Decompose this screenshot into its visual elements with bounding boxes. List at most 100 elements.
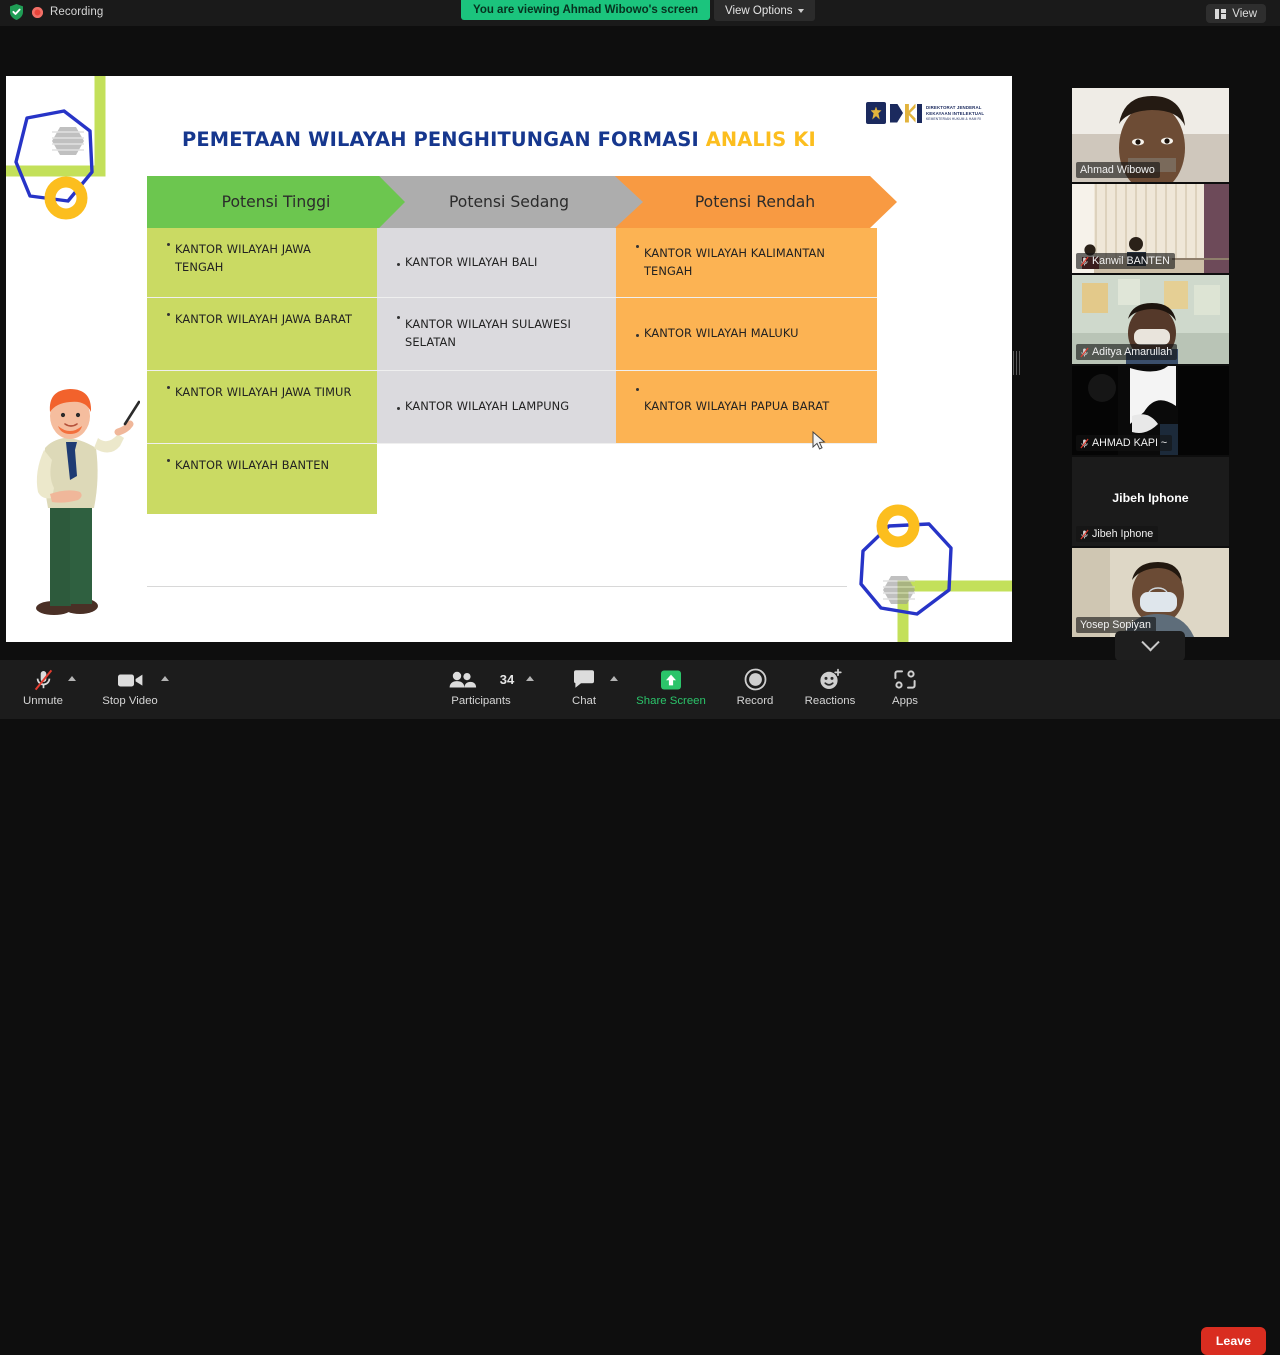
participant-name-tag: Kanwil BANTEN xyxy=(1076,253,1175,269)
record-button[interactable]: Record xyxy=(718,667,792,707)
header-label: Potensi Sedang xyxy=(448,193,570,211)
people-icon: 34 xyxy=(448,667,514,692)
cell-text: KANTOR WILAYAH KALIMANTAN TENGAH xyxy=(644,245,826,278)
presenter-illustration xyxy=(20,376,140,621)
cell-text: KANTOR WILAYAH SULAWESI SELATAN xyxy=(405,317,571,349)
microphone-muted-icon xyxy=(33,667,54,692)
participant-thumbnail[interactable]: Jibeh Iphone Jibeh Iphone xyxy=(1072,457,1229,546)
apps-bracket-icon xyxy=(893,667,917,692)
participant-thumbnail[interactable]: Ahmad Wibowo xyxy=(1072,88,1229,182)
table-row: KANTOR WILAYAH JAWA BARAT KANTOR WILAYAH… xyxy=(147,298,877,370)
participant-name-tag: Ahmad Wibowo xyxy=(1076,162,1160,178)
share-screen-label: Share Screen xyxy=(636,695,706,707)
chat-label: Chat xyxy=(571,695,597,707)
cell-text: KANTOR WILAYAH MALUKU xyxy=(644,326,799,341)
chat-bubble-icon xyxy=(572,667,596,692)
participant-thumbnail[interactable]: AHMAD KAPI ~ xyxy=(1072,366,1229,455)
smiley-plus-icon xyxy=(818,667,843,692)
dki-monogram-icon xyxy=(890,102,922,124)
cell-text: KANTOR WILAYAH JAWA TENGAH xyxy=(175,242,311,274)
mute-button[interactable]: Unmute xyxy=(6,667,80,707)
header-potensi-rendah: Potensi Rendah xyxy=(613,176,897,228)
cell-tinggi: KANTOR WILAYAH JAWA TIMUR xyxy=(147,371,377,443)
participants-button[interactable]: 34 Participants xyxy=(444,667,518,707)
participants-label: Participants xyxy=(451,695,511,707)
zoom-toolbar: Unmute Stop Video 34 Participants Chat S… xyxy=(0,660,1280,1355)
share-screen-icon xyxy=(659,667,683,692)
share-screen-button[interactable]: Share Screen xyxy=(634,667,708,707)
cell-tinggi: KANTOR WILAYAH JAWA BARAT xyxy=(147,298,377,370)
shared-screen-viewport[interactable]: DIREKTORAT JENDERAL KEKAYAAN INTELEKTUAL… xyxy=(6,76,1012,642)
slide-title-highlight: ANALIS KI xyxy=(705,128,816,151)
participant-name: AHMAD KAPI ~ xyxy=(1092,437,1168,449)
record-label: Record xyxy=(736,695,774,707)
apps-label: Apps xyxy=(892,695,918,707)
participant-thumbnail[interactable]: Kanwil BANTEN xyxy=(1072,184,1229,273)
crest-icon xyxy=(866,102,886,124)
audio-options-caret-icon[interactable] xyxy=(68,676,76,681)
view-button-label: View xyxy=(1232,7,1257,20)
chat-button[interactable]: Chat xyxy=(547,667,621,707)
filmstrip-scroll-down-button[interactable] xyxy=(1115,631,1185,661)
cell-sedang: KANTOR WILAYAH SULAWESI SELATAN xyxy=(377,298,616,370)
view-options-button[interactable]: View Options xyxy=(714,0,815,21)
microphone-muted-icon xyxy=(1080,347,1089,357)
participant-thumbnail[interactable]: Aditya Amarullah xyxy=(1072,275,1229,364)
chat-caret-icon[interactable] xyxy=(610,676,618,681)
cell-tinggi: KANTOR WILAYAH BANTEN xyxy=(147,444,377,514)
chevron-down-icon xyxy=(1140,632,1160,651)
table-bottom-divider xyxy=(147,586,847,587)
participants-count: 34 xyxy=(499,672,515,687)
header-label: Potensi Tinggi xyxy=(221,193,331,211)
cell-text: KANTOR WILAYAH BALI xyxy=(405,254,538,269)
djki-logo: DIREKTORAT JENDERAL KEKAYAAN INTELEKTUAL… xyxy=(866,98,991,128)
participants-caret-icon[interactable] xyxy=(526,676,534,681)
leave-button[interactable]: Leave xyxy=(1200,1327,1266,1355)
view-layout-button[interactable]: View xyxy=(1206,4,1266,23)
header-potensi-tinggi: Potensi Tinggi xyxy=(147,176,405,228)
mute-label: Unmute xyxy=(23,695,63,707)
video-button[interactable]: Stop Video xyxy=(93,667,167,707)
encryption-shield-icon[interactable] xyxy=(8,3,25,21)
record-circle-icon xyxy=(744,667,767,692)
microphone-muted-icon xyxy=(1080,529,1089,539)
video-options-caret-icon[interactable] xyxy=(161,676,169,681)
participant-name: Yosep Sopiyan xyxy=(1080,619,1151,631)
cell-sedang-empty xyxy=(377,444,616,514)
logo-line-3: KEMENTERIAN HUKUM & HAM RI xyxy=(926,116,981,121)
cell-rendah-empty xyxy=(616,444,877,514)
decoration-bottom-right xyxy=(841,496,1012,642)
reactions-button[interactable]: Reactions xyxy=(793,667,867,707)
mouse-cursor xyxy=(812,430,826,451)
participant-name: Kanwil BANTEN xyxy=(1092,255,1170,267)
microphone-muted-icon xyxy=(1080,256,1089,266)
video-camera-icon xyxy=(117,667,144,692)
recording-label: Recording xyxy=(50,6,104,18)
layout-grid-icon xyxy=(1215,8,1226,19)
participant-name: Aditya Amarullah xyxy=(1092,346,1173,358)
cell-rendah: KANTOR WILAYAH PAPUA BARAT xyxy=(616,371,877,443)
cell-text: KANTOR WILAYAH LAMPUNG xyxy=(405,399,570,414)
participant-thumbnail[interactable]: Yosep Sopiyan xyxy=(1072,548,1229,637)
presentation-slide: DIREKTORAT JENDERAL KEKAYAAN INTELEKTUAL… xyxy=(6,76,1012,642)
apps-button[interactable]: Apps xyxy=(868,667,942,707)
cell-text: KANTOR WILAYAH JAWA TIMUR xyxy=(175,385,352,399)
logo-text: DIREKTORAT JENDERAL KEKAYAAN INTELEKTUAL… xyxy=(926,105,984,121)
table-row: KANTOR WILAYAH BANTEN xyxy=(147,444,877,514)
cell-sedang: KANTOR WILAYAH LAMPUNG xyxy=(377,371,616,443)
table-row: KANTOR WILAYAH JAWA TIMUR KANTOR WILAYAH… xyxy=(147,371,877,443)
participant-name-tag: Jibeh Iphone xyxy=(1076,526,1159,542)
view-options-label: View Options xyxy=(725,4,793,17)
slide-title-main: PEMETAAN WILAYAH PENGHITUNGAN FORMASI xyxy=(182,128,706,151)
header-potensi-sedang: Potensi Sedang xyxy=(375,176,643,228)
participant-filmstrip[interactable]: Ahmad Wibowo Kanwil BANTEN Aditya Amarul… xyxy=(1072,88,1229,640)
chevron-down-icon xyxy=(797,8,804,13)
cell-tinggi: KANTOR WILAYAH JAWA TENGAH xyxy=(147,228,377,297)
reactions-label: Reactions xyxy=(804,695,856,707)
panel-resize-handle[interactable] xyxy=(1013,350,1020,376)
cell-text: KANTOR WILAYAH BANTEN xyxy=(175,458,330,472)
participant-name-tag: AHMAD KAPI ~ xyxy=(1076,435,1173,451)
cell-text: KANTOR WILAYAH PAPUA BARAT xyxy=(644,399,830,414)
table-row: KANTOR WILAYAH JAWA TENGAH KANTOR WILAYA… xyxy=(147,228,877,297)
cell-sedang: KANTOR WILAYAH BALI xyxy=(377,228,616,297)
